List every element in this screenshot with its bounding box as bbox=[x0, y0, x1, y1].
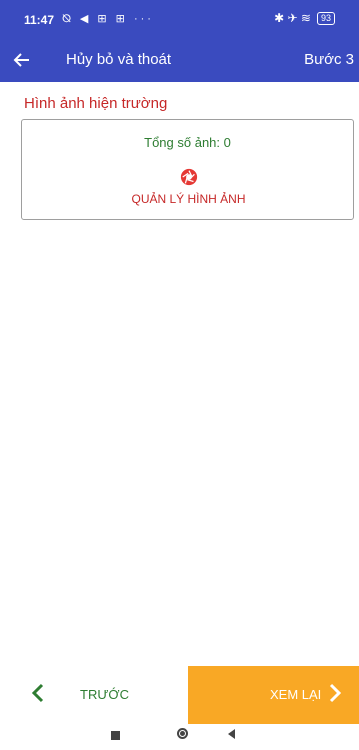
photo-card: Tổng số ảnh: 0 QUẢN LÝ HÌNH ẢNH bbox=[21, 119, 354, 220]
notification-icons: ⦰ ◀ ⊞ ⊞ ··· bbox=[62, 13, 154, 25]
chevron-left-icon bbox=[31, 683, 44, 703]
system-icons: ✱ ✈ ≋ 93 bbox=[274, 11, 335, 25]
connectivity-icons: ✱ ✈ ≋ bbox=[274, 11, 311, 25]
battery-icon: 93 bbox=[316, 11, 335, 25]
camera-shutter-icon bbox=[180, 168, 197, 186]
review-label: XEM LẠI bbox=[270, 687, 322, 702]
nav-back-icon[interactable] bbox=[228, 729, 235, 739]
system-nav-bar bbox=[0, 724, 359, 750]
home-icon[interactable] bbox=[177, 728, 188, 739]
step-indicator: Bước 3 bbox=[304, 51, 354, 68]
manage-photos-button[interactable]: QUẢN LÝ HÌNH ẢNH bbox=[112, 168, 265, 208]
recent-apps-icon[interactable] bbox=[111, 731, 120, 740]
manage-photos-label: QUẢN LÝ HÌNH ẢNH bbox=[131, 192, 246, 206]
previous-label: TRƯỚC bbox=[80, 687, 129, 702]
section-title: Hình ảnh hiện trường bbox=[24, 95, 168, 112]
app-bar: Hủy bỏ và thoát Bước 3 bbox=[0, 38, 359, 82]
arrow-left-icon bbox=[13, 53, 29, 67]
cancel-exit-title[interactable]: Hủy bỏ và thoát bbox=[66, 51, 171, 68]
status-bar: 11:47 ⦰ ◀ ⊞ ⊞ ··· ✱ ✈ ≋ 93 bbox=[0, 0, 359, 38]
back-button[interactable] bbox=[8, 46, 36, 74]
photo-count: Tổng số ảnh: 0 bbox=[144, 135, 231, 150]
previous-button[interactable]: TRƯỚC bbox=[0, 666, 188, 724]
status-time: 11:47 bbox=[24, 13, 55, 27]
review-button[interactable]: XEM LẠI bbox=[188, 666, 359, 724]
chevron-right-icon bbox=[329, 683, 342, 703]
